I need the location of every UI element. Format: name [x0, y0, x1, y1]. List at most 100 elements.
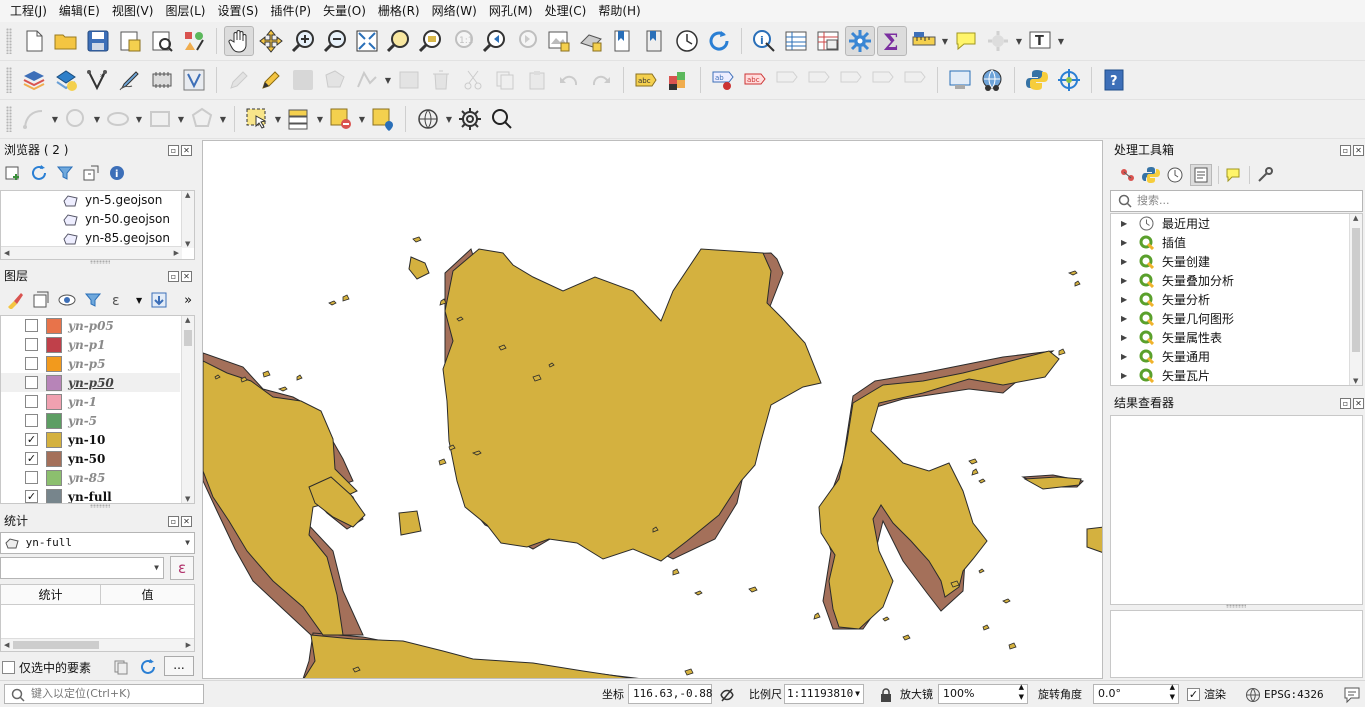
rotate-label-icon[interactable]: [804, 65, 834, 95]
settings-gear-icon[interactable]: [455, 104, 485, 134]
pan-icon[interactable]: [224, 26, 254, 56]
layer-visibility-checkbox[interactable]: [25, 338, 38, 351]
ellipse-tool-icon[interactable]: [103, 104, 133, 134]
save-as-icon[interactable]: [115, 26, 145, 56]
layer-symbol-swatch[interactable]: [46, 431, 62, 448]
processing-item[interactable]: ▶ 插值: [1111, 233, 1186, 252]
render-checkbox[interactable]: ✓: [1187, 688, 1200, 701]
rectangle-tool-icon[interactable]: [145, 104, 175, 134]
toolbar-handle[interactable]: [6, 28, 12, 54]
layer-visibility-checkbox[interactable]: ✓: [25, 433, 38, 446]
vertex-dropdown-arrow[interactable]: ▼: [383, 65, 393, 95]
float-panel-button[interactable]: ▫: [168, 515, 179, 527]
scale-field[interactable]: 1:11193810 ▼: [784, 684, 864, 704]
select-features-icon[interactable]: [242, 104, 272, 134]
expand-arrow-icon[interactable]: ▶: [1121, 219, 1129, 228]
menu-item-1[interactable]: 编辑(E): [53, 0, 106, 22]
digitize-dropdown-arrow[interactable]: ▼: [50, 104, 60, 134]
layer-diagram-icon[interactable]: [663, 65, 693, 95]
search-icon[interactable]: [487, 104, 517, 134]
new-project-icon[interactable]: [19, 26, 49, 56]
statistics-icon[interactable]: Σ: [877, 26, 907, 56]
field-calculator-icon[interactable]: [813, 26, 843, 56]
layer-visibility-checkbox[interactable]: [25, 319, 38, 332]
splitter-handle[interactable]: [90, 504, 110, 508]
menu-item-5[interactable]: 插件(P): [264, 0, 317, 22]
browser-item[interactable]: yn-50.geojson: [63, 210, 170, 229]
identify-icon[interactable]: i: [749, 26, 779, 56]
zoom-in-icon[interactable]: [288, 26, 318, 56]
rectangle-dropdown-arrow[interactable]: ▼: [176, 104, 186, 134]
processing-item[interactable]: ▶ 矢量瓦片: [1111, 366, 1210, 385]
python-console-icon[interactable]: [1022, 65, 1052, 95]
vertex-tool-icon[interactable]: [352, 65, 382, 95]
processing-item[interactable]: ▶ 矢量通用: [1111, 347, 1210, 366]
copy-stats-icon[interactable]: [113, 659, 129, 675]
select-location-icon[interactable]: [983, 26, 1013, 56]
expand-arrow-icon[interactable]: ▶: [1121, 276, 1129, 285]
layer-row[interactable]: yn-p05: [1, 316, 180, 335]
open-project-icon[interactable]: [51, 26, 81, 56]
layer-visibility-checkbox[interactable]: [25, 395, 38, 408]
float-panel-button[interactable]: ▫: [1340, 397, 1351, 409]
new-map-view-icon[interactable]: [544, 26, 574, 56]
filter-expression-dropdown-arrow[interactable]: ▼: [136, 296, 142, 305]
metasearch-icon[interactable]: [945, 65, 975, 95]
float-panel-button[interactable]: ▫: [168, 270, 179, 282]
toolbar-handle[interactable]: [6, 106, 12, 132]
layer-symbol-swatch[interactable]: [46, 374, 62, 391]
processing-item[interactable]: ▶ 矢量叠加分析: [1111, 271, 1234, 290]
messages-icon[interactable]: [1343, 686, 1361, 704]
polygon-dropdown-arrow[interactable]: ▼: [218, 104, 228, 134]
expand-arrow-icon[interactable]: ▶: [1121, 371, 1129, 380]
layer-row[interactable]: ✓ yn-10: [1, 430, 180, 449]
deselect-all-icon[interactable]: [326, 104, 356, 134]
select-dropdown-arrow[interactable]: ▼: [273, 104, 283, 134]
zoom-to-layer-icon[interactable]: [416, 26, 446, 56]
save-project-icon[interactable]: [83, 26, 113, 56]
expand-arrow-icon[interactable]: ▶: [1121, 295, 1129, 304]
layer-visibility-checkbox[interactable]: ✓: [25, 452, 38, 465]
move-label-icon[interactable]: [772, 65, 802, 95]
add-feature-icon[interactable]: [320, 65, 350, 95]
ellipse-dropdown-arrow[interactable]: ▼: [134, 104, 144, 134]
browser-item[interactable]: yn-5.geojson: [63, 191, 162, 210]
coordinate-toggle-icon[interactable]: [719, 687, 735, 703]
expression-dropdown-arrow[interactable]: ▼: [315, 104, 325, 134]
manage-visibility-icon[interactable]: [58, 291, 76, 309]
menu-item-2[interactable]: 视图(V): [106, 0, 160, 22]
processing-search-input[interactable]: 搜索...: [1110, 190, 1363, 212]
layer-visibility-checkbox[interactable]: ✓: [25, 490, 38, 503]
crs-label[interactable]: EPSG:4326: [1264, 685, 1324, 704]
zoom-native-icon[interactable]: 1:1: [448, 26, 478, 56]
temporal-controller-icon[interactable]: [672, 26, 702, 56]
collapse-all-icon[interactable]: [82, 164, 100, 182]
data-source-manager-icon[interactable]: [19, 65, 49, 95]
layer-row[interactable]: yn-5: [1, 411, 180, 430]
expand-arrow-icon[interactable]: ▶: [1121, 333, 1129, 342]
menu-item-6[interactable]: 矢量(O): [317, 0, 372, 22]
processing-item[interactable]: ▶ 矢量几何图形: [1111, 309, 1234, 328]
modify-attributes-icon[interactable]: [394, 65, 424, 95]
map-canvas[interactable]: [202, 140, 1103, 679]
close-panel-button[interactable]: ✕: [181, 515, 192, 527]
processing-item[interactable]: ▶ 矢量分析: [1111, 290, 1210, 309]
layer-row[interactable]: yn-p5: [1, 354, 180, 373]
label-rules-icon[interactable]: [900, 65, 930, 95]
stats-field-select[interactable]: ▼: [0, 557, 164, 579]
edit-features-in-place-icon[interactable]: [1225, 166, 1243, 184]
processing-item[interactable]: ▶ 矢量属性表: [1111, 328, 1222, 347]
menu-item-7[interactable]: 栅格(R): [372, 0, 426, 22]
osm-globe-icon[interactable]: [977, 65, 1007, 95]
undo-icon[interactable]: [554, 65, 584, 95]
selected-only-checkbox[interactable]: [2, 660, 15, 674]
save-edits-icon[interactable]: [288, 65, 318, 95]
menu-item-4[interactable]: 设置(S): [212, 0, 265, 22]
layers-scrollbar-vertical[interactable]: ▲ ▼: [181, 316, 194, 503]
stats-layer-select[interactable]: yn-full ▼: [0, 532, 195, 554]
globe-settings-icon[interactable]: [413, 104, 443, 134]
layer-row[interactable]: ✓ yn-full: [1, 487, 180, 503]
menu-item-3[interactable]: 图层(L): [159, 0, 211, 22]
expand-all-icon[interactable]: [150, 291, 168, 309]
splitter-handle[interactable]: [1226, 604, 1246, 608]
